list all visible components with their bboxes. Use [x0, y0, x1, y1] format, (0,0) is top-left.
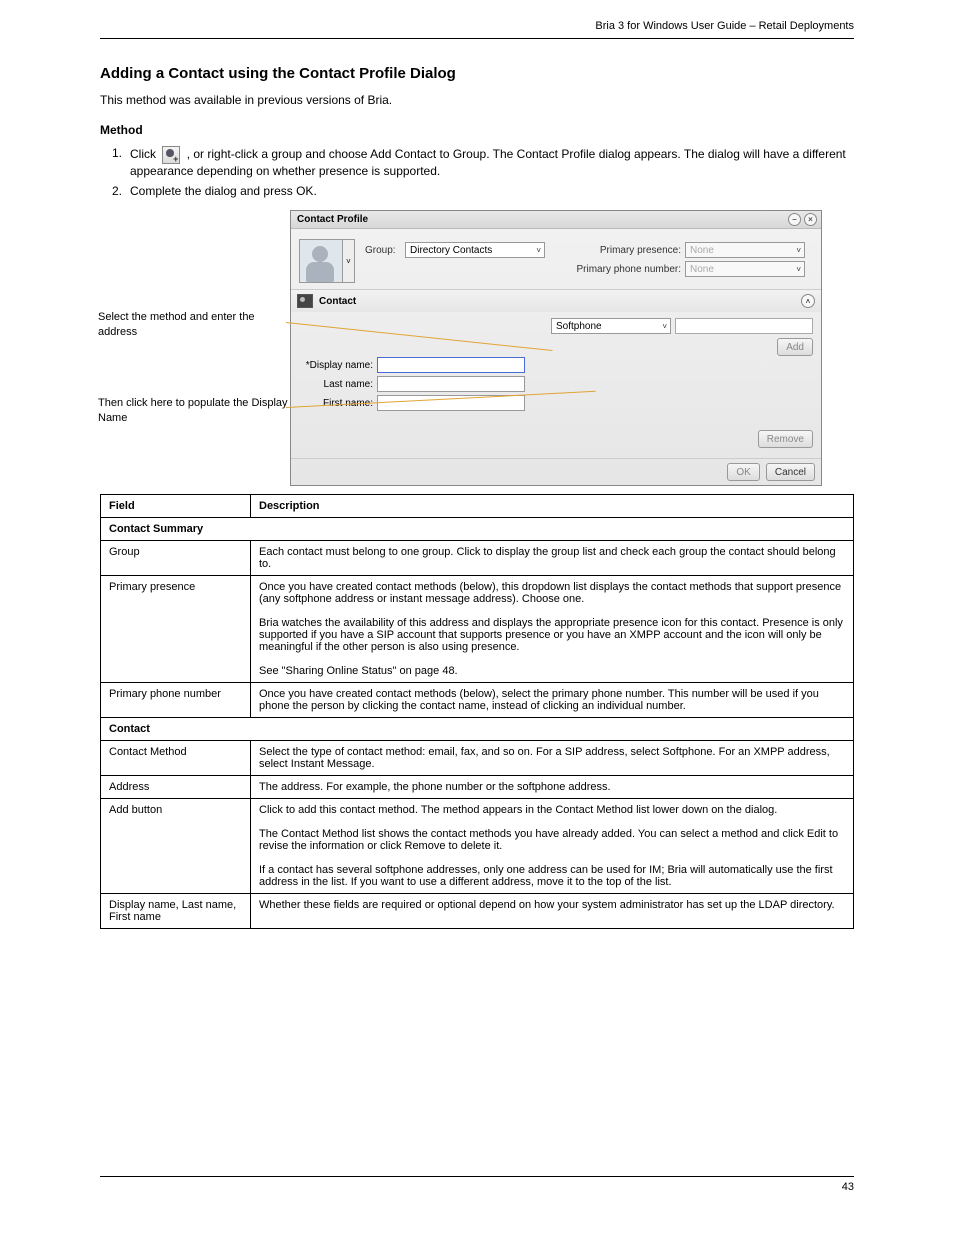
- section-contact: Contact: [101, 718, 854, 741]
- row-address-field: Address: [101, 776, 251, 799]
- avatar-dropdown[interactable]: ˅: [343, 239, 355, 283]
- th-field: Field: [101, 495, 251, 518]
- page-header: Bria 3 for Windows User Guide – Retail D…: [595, 20, 854, 32]
- contact-method-select[interactable]: Softphone˅: [551, 318, 671, 334]
- footer-rule: [100, 1176, 854, 1177]
- row-presence-desc: Once you have created contact methods (b…: [251, 576, 854, 683]
- row-phone-desc: Once you have created contact methods (b…: [251, 683, 854, 718]
- row-presence-field: Primary presence: [101, 576, 251, 683]
- contact-section-icon: [297, 294, 313, 308]
- row-phone-field: Primary phone number: [101, 683, 251, 718]
- last-name-label: Last name:: [299, 379, 377, 390]
- step-1-text: Click , or right-click a group and choos…: [130, 146, 854, 178]
- remove-button[interactable]: Remove: [758, 430, 813, 448]
- avatar: [299, 239, 343, 283]
- step-2-text: Complete the dialog and press OK.: [130, 184, 854, 198]
- row-method-desc: Select the type of contact method: email…: [251, 741, 854, 776]
- row-group-field: Group: [101, 541, 251, 576]
- contact-section-title: Contact: [319, 296, 356, 307]
- method-heading: Method: [100, 122, 854, 138]
- field-description-table: Field Description Contact Summary GroupE…: [100, 494, 854, 929]
- display-name-input[interactable]: [377, 357, 525, 373]
- cancel-button[interactable]: Cancel: [766, 463, 815, 481]
- add-button[interactable]: Add: [777, 338, 813, 356]
- contact-profile-dialog: Contact Profile – × ˅ Group:: [290, 210, 822, 486]
- primary-presence-select[interactable]: None˅: [685, 242, 805, 258]
- row-method-field: Contact Method: [101, 741, 251, 776]
- section-title: Adding a Contact using the Contact Profi…: [100, 65, 854, 82]
- primary-phone-select[interactable]: None˅: [685, 261, 805, 277]
- step-1-number: 1.: [112, 146, 130, 160]
- th-desc: Description: [251, 495, 854, 518]
- last-name-input[interactable]: [377, 376, 525, 392]
- ok-button[interactable]: OK: [727, 463, 759, 481]
- row-addbtn-field: Add button: [101, 799, 251, 894]
- collapse-icon[interactable]: ˄: [801, 294, 815, 308]
- dialog-title: Contact Profile: [297, 214, 368, 225]
- group-select[interactable]: Directory Contacts˅: [405, 242, 545, 258]
- intro-text: This method was available in previous ve…: [100, 92, 854, 108]
- header-rule: [100, 38, 854, 39]
- section-contact-summary: Contact Summary: [101, 518, 854, 541]
- step-2-number: 2.: [112, 184, 130, 198]
- group-label: Group:: [365, 245, 401, 256]
- add-contact-icon: [162, 146, 180, 164]
- row-address-desc: The address. For example, the phone numb…: [251, 776, 854, 799]
- close-icon[interactable]: ×: [804, 213, 817, 226]
- row-names-field: Display name, Last name, First name: [101, 894, 251, 929]
- row-names-desc: Whether these fields are required or opt…: [251, 894, 854, 929]
- row-group-desc: Each contact must belong to one group. C…: [251, 541, 854, 576]
- callout-method-address: Select the method and enter the address: [98, 310, 288, 339]
- primary-presence-label: Primary presence:: [563, 245, 681, 256]
- primary-phone-label: Primary phone number:: [563, 264, 681, 275]
- minimize-icon[interactable]: –: [788, 213, 801, 226]
- row-addbtn-desc: Click to add this contact method. The me…: [251, 799, 854, 894]
- callout-display-name: Then click here to populate the Display …: [98, 396, 288, 425]
- display-name-label: *Display name:: [299, 360, 377, 371]
- address-input[interactable]: [675, 318, 813, 334]
- page-number: 43: [842, 1181, 854, 1193]
